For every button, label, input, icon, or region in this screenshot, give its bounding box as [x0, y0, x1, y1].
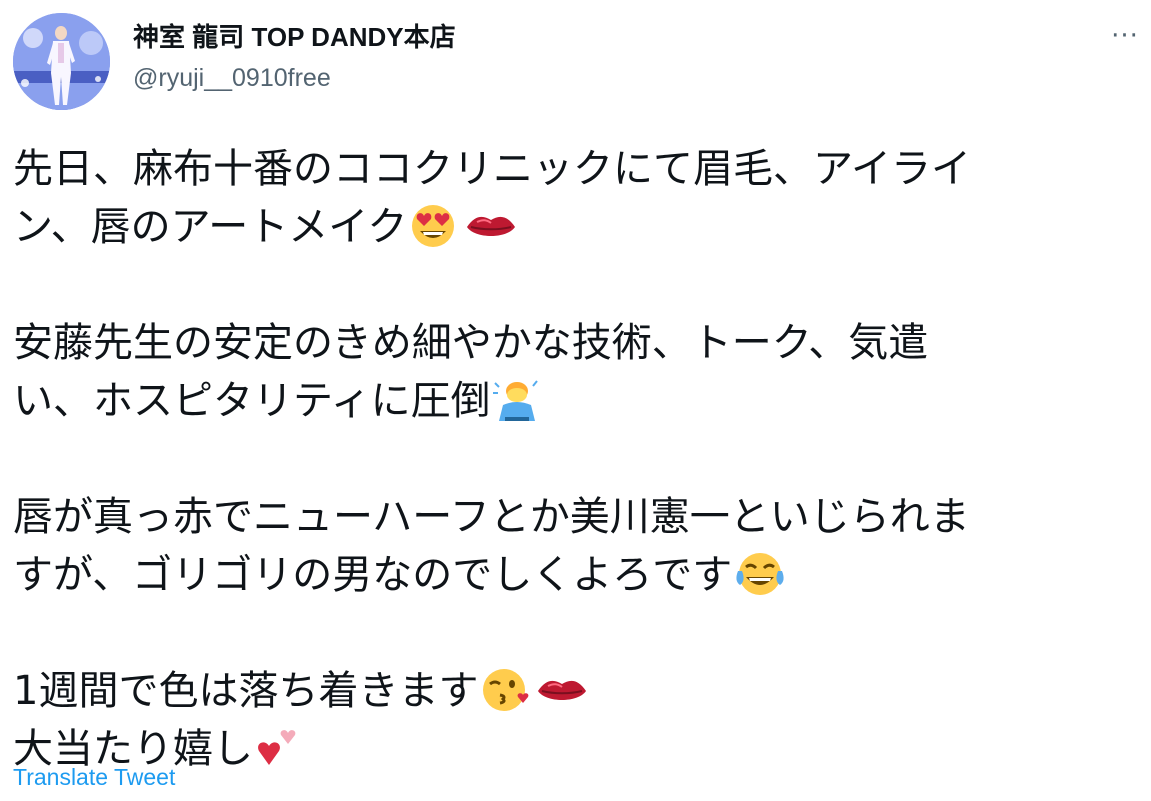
tweet-line: 先日、麻布十番のココクリニックにて眉毛、アイライ: [13, 140, 1133, 198]
tweet-line-text: 1週間で色は落ち着きます: [13, 668, 479, 714]
lips-emoji: [538, 680, 587, 700]
avatar-photo: [13, 13, 110, 110]
author-handle[interactable]: @ryuji__0910free: [133, 56, 456, 100]
tweet-line: すが、ゴリゴリの男なのでしくよろです: [13, 546, 1133, 604]
two-hearts-emoji: [258, 730, 296, 765]
tweet-line-text: ン、唇のアートメイク: [13, 204, 408, 250]
tweet-line-text: 唇が真っ赤でニューハーフとか美川憲一といじられま: [13, 494, 970, 540]
translate-tweet-link[interactable]: Translate Tweet: [13, 764, 175, 791]
tweet-line: 1週間で色は落ち着きます: [13, 662, 1133, 720]
author-display-name[interactable]: 神室 龍司 TOP DANDY本店: [133, 18, 456, 56]
tweet-line: 安藤先生の安定のきめ細やかな技術、トーク、気遣: [13, 314, 1133, 372]
tweet-line-text: い、ホスピタリティに圧倒: [13, 378, 491, 424]
tweet-line: 唇が真っ赤でニューハーフとか美川憲一といじられま: [13, 488, 1133, 546]
lips-emoji: [467, 216, 516, 236]
avatar[interactable]: [13, 13, 110, 110]
tweet-card: 神室 龍司 TOP DANDY本店 @ryuji__0910free ··· 先…: [0, 0, 1151, 801]
tweet-line: 大当たり嬉し: [13, 720, 1133, 778]
bowing-man-emoji: [492, 380, 538, 421]
tweet-line-text: 先日、麻布十番のココクリニックにて眉毛、アイライ: [13, 146, 971, 192]
tweet-line: い、ホスピタリティに圧倒: [13, 372, 1133, 430]
tweet-line: ン、唇のアートメイク: [13, 198, 1133, 256]
author-block: 神室 龍司 TOP DANDY本店 @ryuji__0910free: [133, 18, 456, 100]
heart-eyes-emoji: [412, 205, 455, 247]
kissing-heart-emoji: [483, 669, 529, 711]
tweet-line-text: すが、ゴリゴリの男なのでしくよろです: [13, 552, 733, 598]
more-dots-icon[interactable]: ···: [1109, 21, 1141, 51]
tweet-text: 先日、麻布十番のココクリニックにて眉毛、アイライ ン、唇のアートメイク 安藤先生…: [13, 140, 1133, 778]
tweet-line-text: 安藤先生の安定のきめ細やかな技術、トーク、気遣: [13, 320, 929, 366]
tears-of-joy-emoji: [736, 553, 784, 595]
